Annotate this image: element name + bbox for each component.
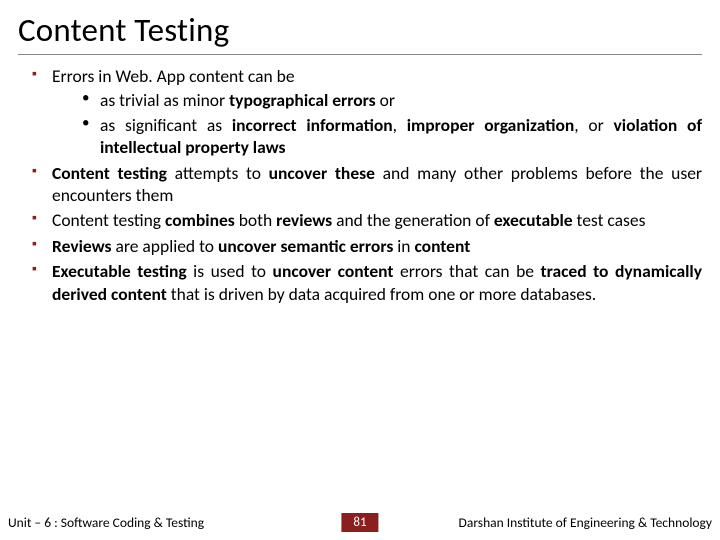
bold-text: content — [414, 235, 470, 257]
bullet-list: Errors in Web. App content can be as tri… — [18, 65, 702, 305]
text: or — [376, 89, 395, 111]
bold-text: Reviews — [52, 235, 112, 257]
sub-bullet-item: as trivial as minor typographical errors… — [82, 89, 702, 111]
footer-page-number: 81 — [341, 513, 378, 532]
footer-unit: Unit – 6 : Software Coding & Testing — [0, 514, 204, 531]
text: as significant as — [100, 114, 232, 136]
text: , or — [574, 114, 613, 136]
text: in — [393, 235, 414, 257]
sub-bullet-item: as significant as incorrect information,… — [82, 114, 702, 159]
bold-text: typographical errors — [229, 89, 376, 111]
text: that is driven by data acquired from one… — [167, 283, 596, 305]
slide: Content Testing Errors in Web. App conte… — [0, 0, 720, 540]
bullet-text: Errors in Web. App content can be — [52, 65, 295, 87]
text: errors that can be — [393, 260, 540, 282]
text: and the generation of — [332, 209, 494, 231]
bold-text: improper organization — [407, 114, 575, 136]
bold-text: uncover these — [269, 162, 375, 184]
text: test cases — [573, 209, 646, 231]
bullet-item: Reviews are applied to uncover semantic … — [32, 235, 702, 257]
text: as trivial as minor — [100, 89, 229, 111]
slide-title: Content Testing — [18, 10, 702, 55]
text: both — [235, 209, 276, 231]
bold-text: combines — [165, 209, 235, 231]
slide-body: Errors in Web. App content can be as tri… — [18, 65, 702, 305]
bold-text: reviews — [276, 209, 332, 231]
bold-text: executable — [494, 209, 573, 231]
slide-footer: Unit – 6 : Software Coding & Testing 81 … — [0, 514, 720, 531]
bullet-item: Executable testing is used to uncover co… — [32, 260, 702, 305]
bullet-item: Content testing combines both reviews an… — [32, 209, 702, 231]
bold-text: Content testing — [52, 162, 167, 184]
text: are applied to — [112, 235, 218, 257]
bullet-item: Errors in Web. App content can be as tri… — [32, 65, 702, 159]
bold-text: incorrect information — [232, 114, 393, 136]
sub-bullet-list: as trivial as minor typographical errors… — [52, 89, 702, 158]
text: attempts to — [167, 162, 269, 184]
bold-text: Executable testing — [52, 260, 187, 282]
footer-institute: Darshan Institute of Engineering & Techn… — [459, 514, 720, 531]
text: , — [393, 114, 407, 136]
bold-text: uncover content — [273, 260, 394, 282]
text: is used to — [187, 260, 273, 282]
text: Content testing — [52, 209, 165, 231]
bullet-item: Content testing attempts to uncover thes… — [32, 162, 702, 207]
bold-text: uncover semantic errors — [218, 235, 393, 257]
